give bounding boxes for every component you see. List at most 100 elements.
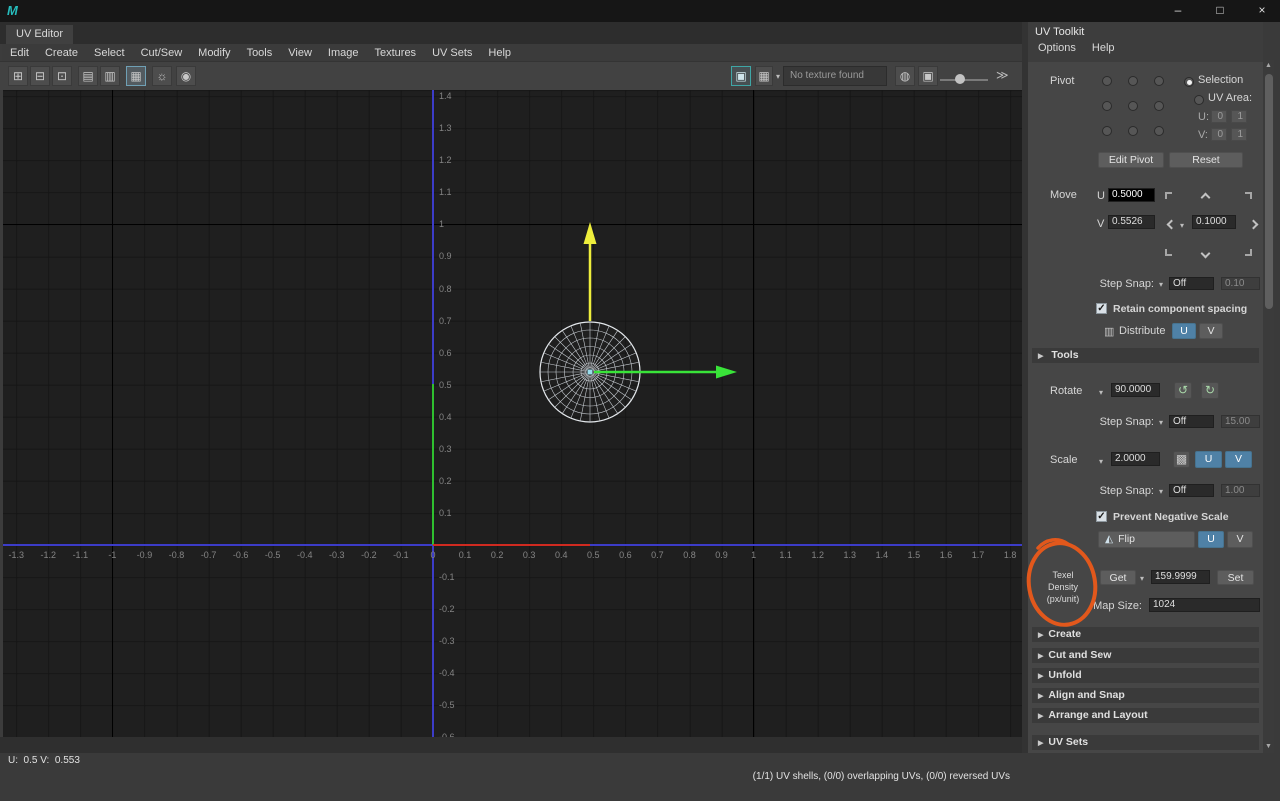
section-align-and-snap[interactable]: Align and Snap xyxy=(1032,688,1259,703)
pivot-position-radio[interactable] xyxy=(1102,76,1112,86)
update-texture-icon[interactable]: ◍ xyxy=(895,66,915,86)
image-dim-slider-handle[interactable] xyxy=(955,74,965,84)
pivot-u-min-field[interactable]: 0 xyxy=(1211,110,1227,123)
nudge-up-icon[interactable] xyxy=(1200,192,1211,203)
pivot-position-radio[interactable] xyxy=(1102,101,1112,111)
texel-get-button[interactable]: Get xyxy=(1100,570,1136,585)
texel-density-field[interactable]: 159.9999 xyxy=(1151,570,1210,584)
flip-u-button[interactable]: U xyxy=(1198,531,1224,548)
scale-dropdown-icon[interactable] xyxy=(1099,457,1103,466)
menu-image[interactable]: Image xyxy=(320,47,367,59)
flip-button[interactable]: ◭ Flip xyxy=(1098,531,1195,548)
uv-lattice-icon[interactable]: ⊞ xyxy=(8,66,28,86)
rotate-step-snap-dropdown-icon[interactable] xyxy=(1159,418,1163,427)
pivot-position-radio[interactable] xyxy=(1128,76,1138,86)
scroll-down-icon[interactable]: ▼ xyxy=(1263,741,1274,753)
retain-spacing-checkbox[interactable] xyxy=(1096,303,1107,314)
map-size-field[interactable]: 1024 xyxy=(1149,598,1260,612)
move-u-field[interactable]: 0.5000 xyxy=(1108,188,1155,202)
prevent-negative-scale-checkbox[interactable] xyxy=(1096,511,1107,522)
tab-uv-editor[interactable]: UV Editor xyxy=(6,25,74,44)
rotate-step-snap-amount[interactable]: 15.00 xyxy=(1221,415,1260,428)
pivot-position-radio[interactable] xyxy=(1128,126,1138,136)
shade-uvs-icon[interactable]: ☼ xyxy=(152,66,172,86)
section-arrange-and-layout[interactable]: Arrange and Layout xyxy=(1032,708,1259,723)
scale-v-button[interactable]: V xyxy=(1225,451,1252,468)
pivot-u-max-field[interactable]: 1 xyxy=(1231,110,1247,123)
edit-pivot-button[interactable]: Edit Pivot xyxy=(1098,152,1164,168)
scale-u-button[interactable]: U xyxy=(1195,451,1222,468)
scroll-up-icon[interactable]: ▲ xyxy=(1263,60,1274,72)
minimize-button[interactable]: – xyxy=(1158,0,1198,22)
uv-snapshot-icon[interactable]: ◉ xyxy=(176,66,196,86)
rotate-angle-field[interactable]: 90.0000 xyxy=(1111,383,1160,397)
uv-border-icon[interactable]: ▥ xyxy=(100,66,120,86)
scale-step-snap-amount[interactable]: 1.00 xyxy=(1221,484,1260,497)
menu-help[interactable]: Help xyxy=(480,47,519,59)
image-range-icon[interactable]: ▣ xyxy=(918,66,938,86)
scale-keyboard-icon[interactable]: ▩ xyxy=(1173,451,1190,468)
toolkit-menu-options[interactable]: Options xyxy=(1030,42,1084,54)
rotate-cw-button[interactable]: ↻ xyxy=(1201,382,1219,399)
nudge-left-icon[interactable] xyxy=(1166,219,1177,230)
rotate-step-snap-mode[interactable]: Off xyxy=(1169,415,1214,428)
checker-map-icon[interactable]: ▦ xyxy=(755,66,773,86)
move-v-field[interactable]: 0.5526 xyxy=(1108,215,1155,229)
section-unfold[interactable]: Unfold xyxy=(1032,668,1259,683)
pivot-position-radio[interactable] xyxy=(1154,101,1164,111)
nudge-right-icon[interactable] xyxy=(1248,219,1259,230)
menu-textures[interactable]: Textures xyxy=(366,47,424,59)
pivot-position-radio[interactable] xyxy=(1102,126,1112,136)
rotate-dropdown-icon[interactable] xyxy=(1099,388,1103,397)
uv-shell-and-manipulator[interactable] xyxy=(3,90,1022,737)
section-create[interactable]: Create xyxy=(1032,627,1259,642)
scale-value-field[interactable]: 2.0000 xyxy=(1111,452,1160,466)
menu-create[interactable]: Create xyxy=(37,47,86,59)
menu-edit[interactable]: Edit xyxy=(2,47,37,59)
toolkit-menu-help[interactable]: Help xyxy=(1084,42,1123,54)
reset-pivot-button[interactable]: Reset xyxy=(1169,152,1243,168)
scale-step-snap-mode[interactable]: Off xyxy=(1169,484,1214,497)
pivot-position-radio[interactable] xyxy=(1128,101,1138,111)
texture-combo[interactable]: No texture found xyxy=(783,66,887,86)
section-cut-and-sew[interactable]: Cut and Sew xyxy=(1032,648,1259,663)
uv-cut-icon[interactable]: ⊟ xyxy=(30,66,50,86)
pivot-v-min-field[interactable]: 0 xyxy=(1211,128,1227,141)
menu-select[interactable]: Select xyxy=(86,47,133,59)
pivot-uv-area-radio[interactable] xyxy=(1194,95,1204,105)
move-pad-corner[interactable] xyxy=(1245,192,1252,199)
uv-shell-icon[interactable]: ▤ xyxy=(78,66,98,86)
move-pad-corner[interactable] xyxy=(1165,192,1172,199)
pivot-selection-radio[interactable] xyxy=(1184,77,1194,87)
move-pad-corner[interactable] xyxy=(1245,249,1252,256)
nudge-amount-dropdown-icon[interactable] xyxy=(1180,221,1184,230)
menu-cut-sew[interactable]: Cut/Sew xyxy=(133,47,191,59)
section-uv-sets[interactable]: UV Sets xyxy=(1032,735,1259,750)
menu-view[interactable]: View xyxy=(280,47,320,59)
toolbar-expand-icon[interactable]: ≫ xyxy=(996,68,1009,82)
menu-uv-sets[interactable]: UV Sets xyxy=(424,47,480,59)
move-step-snap-dropdown-icon[interactable] xyxy=(1159,280,1163,289)
close-button[interactable]: × xyxy=(1242,0,1280,22)
menu-tools[interactable]: Tools xyxy=(239,47,281,59)
maximize-button[interactable]: □ xyxy=(1200,0,1240,22)
move-step-snap-mode[interactable]: Off xyxy=(1169,277,1214,290)
tile-grid-icon[interactable]: ▦ xyxy=(126,66,146,86)
menu-modify[interactable]: Modify xyxy=(190,47,238,59)
pivot-position-radio[interactable] xyxy=(1154,76,1164,86)
uv-viewport[interactable]: -1.3 -1.2 -1.1 -1 -0.9 -0.8 -0.7 -0.6 -0.5 -0.4 -0… xyxy=(3,90,1022,737)
move-pad-corner[interactable] xyxy=(1165,249,1172,256)
uv-sew-icon[interactable]: ⊡ xyxy=(52,66,72,86)
rotate-ccw-button[interactable]: ↺ xyxy=(1174,382,1192,399)
pivot-v-max-field[interactable]: 1 xyxy=(1231,128,1247,141)
texel-dropdown-icon[interactable] xyxy=(1140,574,1144,583)
checker-dropdown-icon[interactable] xyxy=(776,72,780,81)
image-display-icon[interactable]: ▣ xyxy=(731,66,751,86)
move-step-snap-amount[interactable]: 0.10 xyxy=(1221,277,1260,290)
nudge-amount-field[interactable]: 0.1000 xyxy=(1192,215,1236,229)
pivot-position-radio[interactable] xyxy=(1154,126,1164,136)
scrollbar-thumb[interactable] xyxy=(1264,74,1273,309)
texel-set-button[interactable]: Set xyxy=(1217,570,1254,585)
distribute-u-button[interactable]: U xyxy=(1172,323,1196,339)
toolkit-scrollbar[interactable]: ▲ ▼ xyxy=(1263,60,1274,753)
